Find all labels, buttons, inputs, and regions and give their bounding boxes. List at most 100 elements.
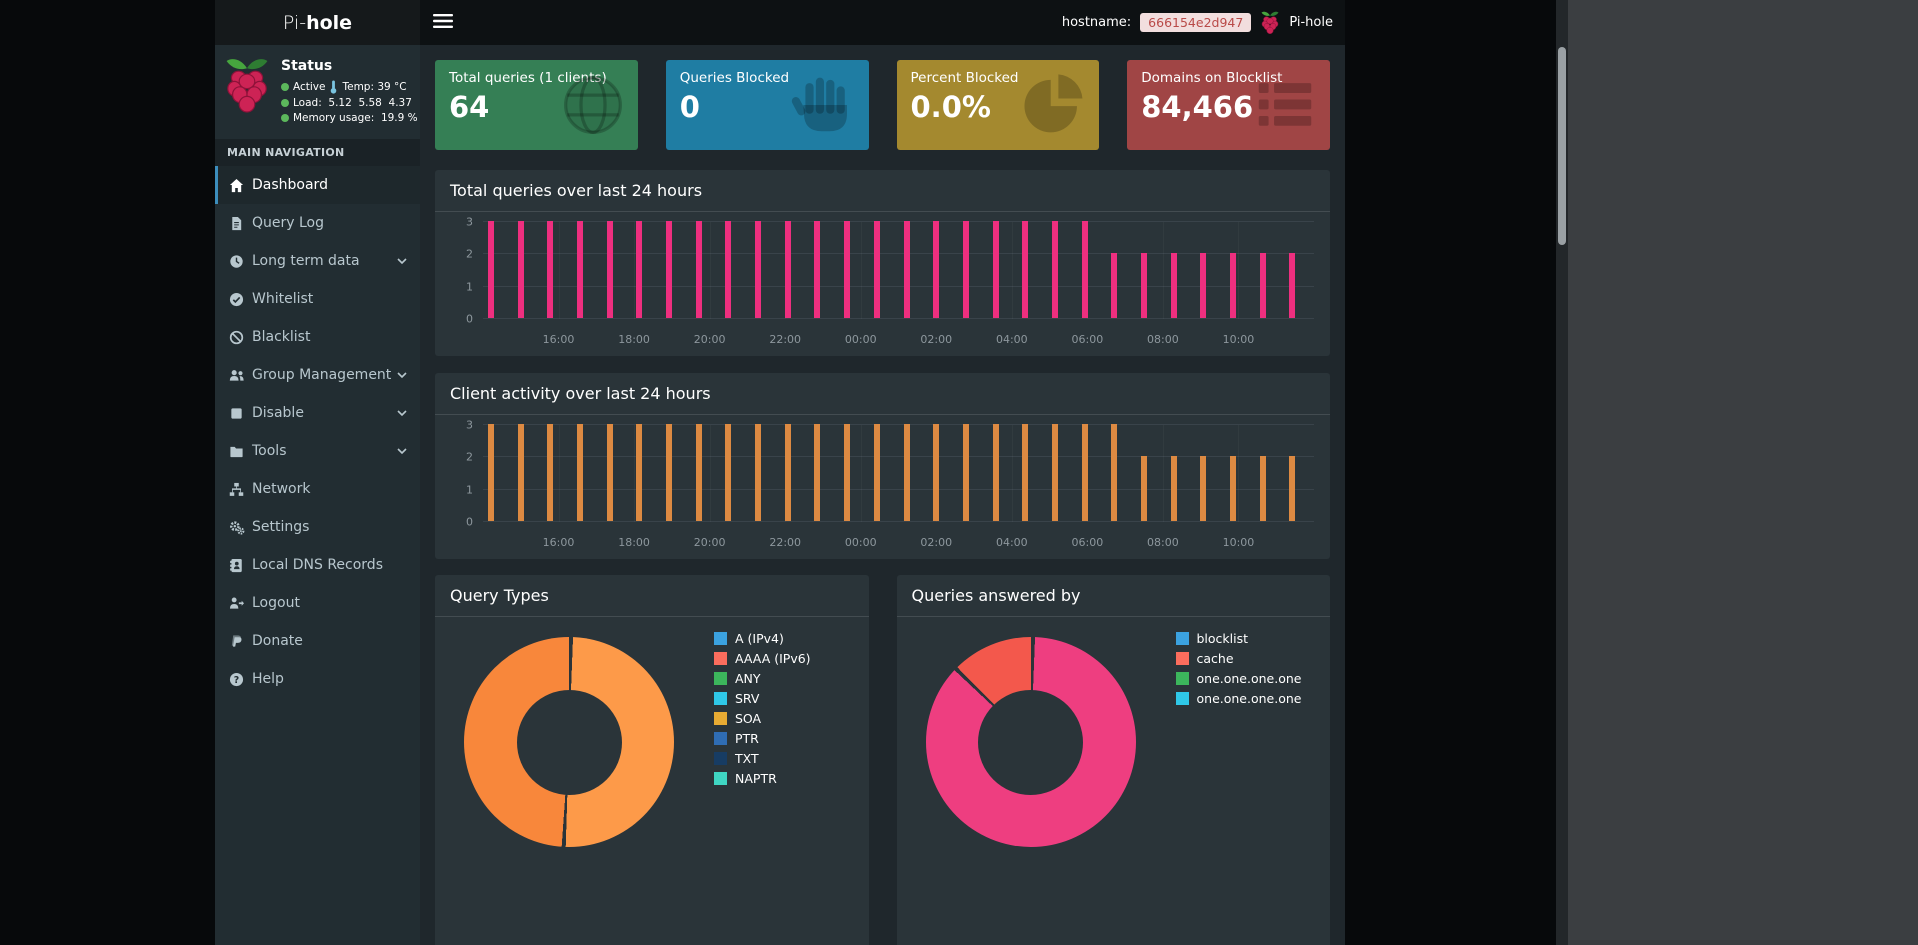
client-activity-chart[interactable]: 3 2 1 0 16:00 18:00 20:00 22:00 00:00 02:00 04:00 0…: [435, 415, 1330, 558]
chart-bar[interactable]: [1259, 456, 1266, 521]
chart-bar[interactable]: [903, 221, 910, 318]
chart-bar[interactable]: [903, 424, 910, 521]
chart-bar[interactable]: [666, 221, 673, 318]
chart-bar[interactable]: [962, 424, 969, 521]
total-queries-chart[interactable]: 3 2 1 0 16:00 18:00 20:00 22:00 00:00 02:00 04:00 0…: [435, 212, 1330, 355]
chart-bar[interactable]: [1200, 456, 1207, 521]
chart-bar[interactable]: [962, 221, 969, 318]
chart-bar[interactable]: [1081, 221, 1088, 318]
chart-bar[interactable]: [1140, 456, 1147, 521]
legend-item-naptr[interactable]: NAPTR: [714, 771, 811, 786]
chart-bar[interactable]: [547, 424, 554, 521]
sidebar-item-whitelist[interactable]: Whitelist: [215, 280, 420, 318]
chart-plot-area: [483, 424, 1314, 522]
sidebar-item-settings[interactable]: Settings: [215, 508, 420, 546]
chart-bar[interactable]: [1022, 424, 1029, 521]
sidebar-item-dashboard[interactable]: Dashboard: [215, 166, 420, 204]
chart-bar[interactable]: [755, 221, 762, 318]
panel-title-total-queries: Total queries over last 24 hours: [435, 170, 1330, 212]
sidebar-toggle-button[interactable]: [420, 0, 466, 45]
chart-bar[interactable]: [606, 221, 613, 318]
legend-item-ptr[interactable]: PTR: [714, 731, 811, 746]
chart-bar[interactable]: [517, 424, 524, 521]
legend-item-aaaa-ipv6[interactable]: AAAA (IPv6): [714, 651, 811, 666]
chart-bar[interactable]: [517, 221, 524, 318]
chart-bar[interactable]: [873, 424, 880, 521]
chart-bar[interactable]: [784, 221, 791, 318]
chart-bar[interactable]: [1022, 221, 1029, 318]
sidebar-item-long-term-data[interactable]: Long term data: [215, 242, 420, 280]
chart-bar[interactable]: [873, 221, 880, 318]
legend-item-any[interactable]: ANY: [714, 671, 811, 686]
hamburger-icon: [433, 13, 453, 32]
chart-bar[interactable]: [577, 221, 584, 318]
chart-bar[interactable]: [725, 424, 732, 521]
legend-label: cache: [1196, 651, 1234, 666]
sidebar-item-label: Tools: [252, 443, 287, 459]
y-axis-label: 0: [466, 515, 473, 529]
chart-bar[interactable]: [1289, 456, 1296, 521]
chart-bar[interactable]: [1081, 424, 1088, 521]
sidebar-item-group-management[interactable]: Group Management: [215, 356, 420, 394]
legend-item-txt[interactable]: TXT: [714, 751, 811, 766]
sidebar-item-query-log[interactable]: Query Log: [215, 204, 420, 242]
legend-item-one-one-one-one[interactable]: one.one.one.one: [1175, 691, 1301, 706]
sidebar-item-disable[interactable]: Disable: [215, 394, 420, 432]
chart-bar[interactable]: [1229, 456, 1236, 521]
legend-item-one-one-one-one[interactable]: one.one.one.one: [1175, 671, 1301, 686]
chart-bar[interactable]: [636, 221, 643, 318]
legend-item-soa[interactable]: SOA: [714, 711, 811, 726]
sidebar-item-local-dns-records[interactable]: Local DNS Records: [215, 546, 420, 584]
sidebar-item-help[interactable]: ? Help: [215, 660, 420, 698]
chart-bar[interactable]: [1289, 253, 1296, 318]
chart-bar[interactable]: [814, 424, 821, 521]
sidebar-item-tools[interactable]: Tools: [215, 432, 420, 470]
legend-item-cache[interactable]: cache: [1175, 651, 1302, 666]
chart-bar[interactable]: [1200, 253, 1207, 318]
queries-answered-donut[interactable]: [925, 637, 1136, 847]
y-axis-label: 2: [466, 450, 473, 464]
sidebar-item-network[interactable]: Network: [215, 470, 420, 508]
chart-bar[interactable]: [844, 424, 851, 521]
chart-bar[interactable]: [606, 424, 613, 521]
chart-bar[interactable]: [666, 424, 673, 521]
legend-item-srv[interactable]: SRV: [714, 691, 811, 706]
legend-item-a-ipv4[interactable]: A (IPv4): [714, 631, 811, 646]
chart-bar[interactable]: [695, 424, 702, 521]
chart-bar[interactable]: [933, 221, 940, 318]
chart-bar[interactable]: [547, 221, 554, 318]
chart-bar[interactable]: [814, 221, 821, 318]
chart-bar[interactable]: [1051, 221, 1058, 318]
chart-bar[interactable]: [488, 221, 494, 318]
chart-bar[interactable]: [784, 424, 791, 521]
chart-bar[interactable]: [992, 221, 999, 318]
chart-bar[interactable]: [1229, 253, 1236, 318]
chart-bar[interactable]: [1170, 253, 1177, 318]
chart-bar[interactable]: [577, 424, 584, 521]
x-axis-label: 20:00: [693, 333, 726, 346]
sidebar-item-blacklist[interactable]: Blacklist: [215, 318, 420, 356]
chart-bar[interactable]: [1259, 253, 1266, 318]
chart-bar[interactable]: [1051, 424, 1058, 521]
chart-bar[interactable]: [992, 424, 999, 521]
scrollbar-thumb[interactable]: [1558, 47, 1566, 245]
query-types-donut[interactable]: [464, 637, 674, 847]
chart-bar[interactable]: [844, 221, 851, 318]
sidebar-item-logout[interactable]: Logout: [215, 584, 420, 622]
scrollbar[interactable]: [1556, 0, 1568, 945]
brand-logo[interactable]: Pi-hole: [215, 0, 420, 45]
legend-item-blocklist[interactable]: blocklist: [1175, 631, 1302, 646]
sidebar-item-label: Help: [252, 671, 284, 687]
chart-bar[interactable]: [755, 424, 762, 521]
chart-bar[interactable]: [488, 424, 494, 521]
chart-bar[interactable]: [636, 424, 643, 521]
chart-bar[interactable]: [725, 221, 732, 318]
chart-bar[interactable]: [1170, 456, 1177, 521]
legend-color-chip: [1175, 692, 1189, 705]
chart-bar[interactable]: [1111, 424, 1118, 521]
chart-bar[interactable]: [1140, 253, 1147, 318]
chart-bar[interactable]: [1111, 253, 1118, 318]
sidebar-item-donate[interactable]: Donate: [215, 622, 420, 660]
chart-bar[interactable]: [695, 221, 702, 318]
chart-bar[interactable]: [933, 424, 940, 521]
